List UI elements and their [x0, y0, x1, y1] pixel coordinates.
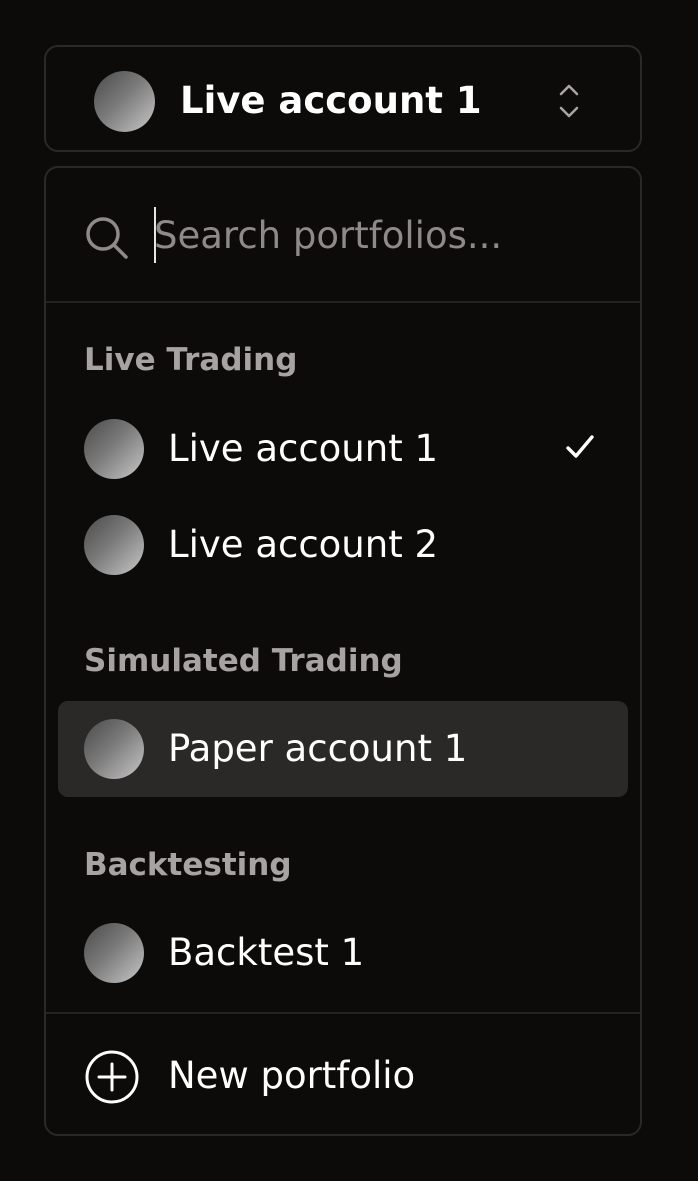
- portfolio-item-paper-account-1[interactable]: Paper account 1: [58, 701, 628, 797]
- portfolio-item-live-account-1[interactable]: Live account 1: [58, 401, 628, 497]
- portfolio-item-backtest-1[interactable]: Backtest 1: [58, 905, 628, 1001]
- section-heading-simulated-trading: Simulated Trading: [84, 643, 403, 679]
- chevron-up-down-icon: [559, 84, 579, 118]
- section-heading-backtesting: Backtesting: [84, 847, 292, 883]
- portfolio-item-label: Live account 2: [168, 523, 439, 566]
- search-icon: [86, 217, 128, 259]
- check-icon: [566, 435, 594, 458]
- selected-portfolio-label: Live account 1: [180, 79, 482, 122]
- avatar-icon: [84, 419, 144, 479]
- portfolio-item-label: Paper account 1: [168, 727, 468, 770]
- text-cursor: [154, 207, 156, 263]
- portfolio-dropdown: Live Trading Live account 1 Live account…: [44, 166, 642, 1136]
- footer-divider: [46, 1012, 640, 1014]
- new-portfolio-label: New portfolio: [168, 1054, 416, 1097]
- avatar-icon: [84, 515, 144, 575]
- avatar-icon: [84, 719, 144, 779]
- portfolio-item-label: Live account 1: [168, 427, 439, 470]
- section-heading-live-trading: Live Trading: [84, 342, 298, 378]
- plus-circle-icon: [85, 1050, 139, 1104]
- portfolio-item-live-account-2[interactable]: Live account 2: [58, 497, 628, 593]
- avatar-icon: [94, 71, 155, 132]
- avatar-icon: [84, 923, 144, 983]
- portfolio-selector-trigger[interactable]: Live account 1: [44, 45, 642, 152]
- search-input[interactable]: [154, 204, 614, 266]
- portfolio-item-label: Backtest 1: [168, 931, 365, 974]
- search-divider: [46, 301, 640, 303]
- new-portfolio-button[interactable]: New portfolio: [58, 1028, 628, 1124]
